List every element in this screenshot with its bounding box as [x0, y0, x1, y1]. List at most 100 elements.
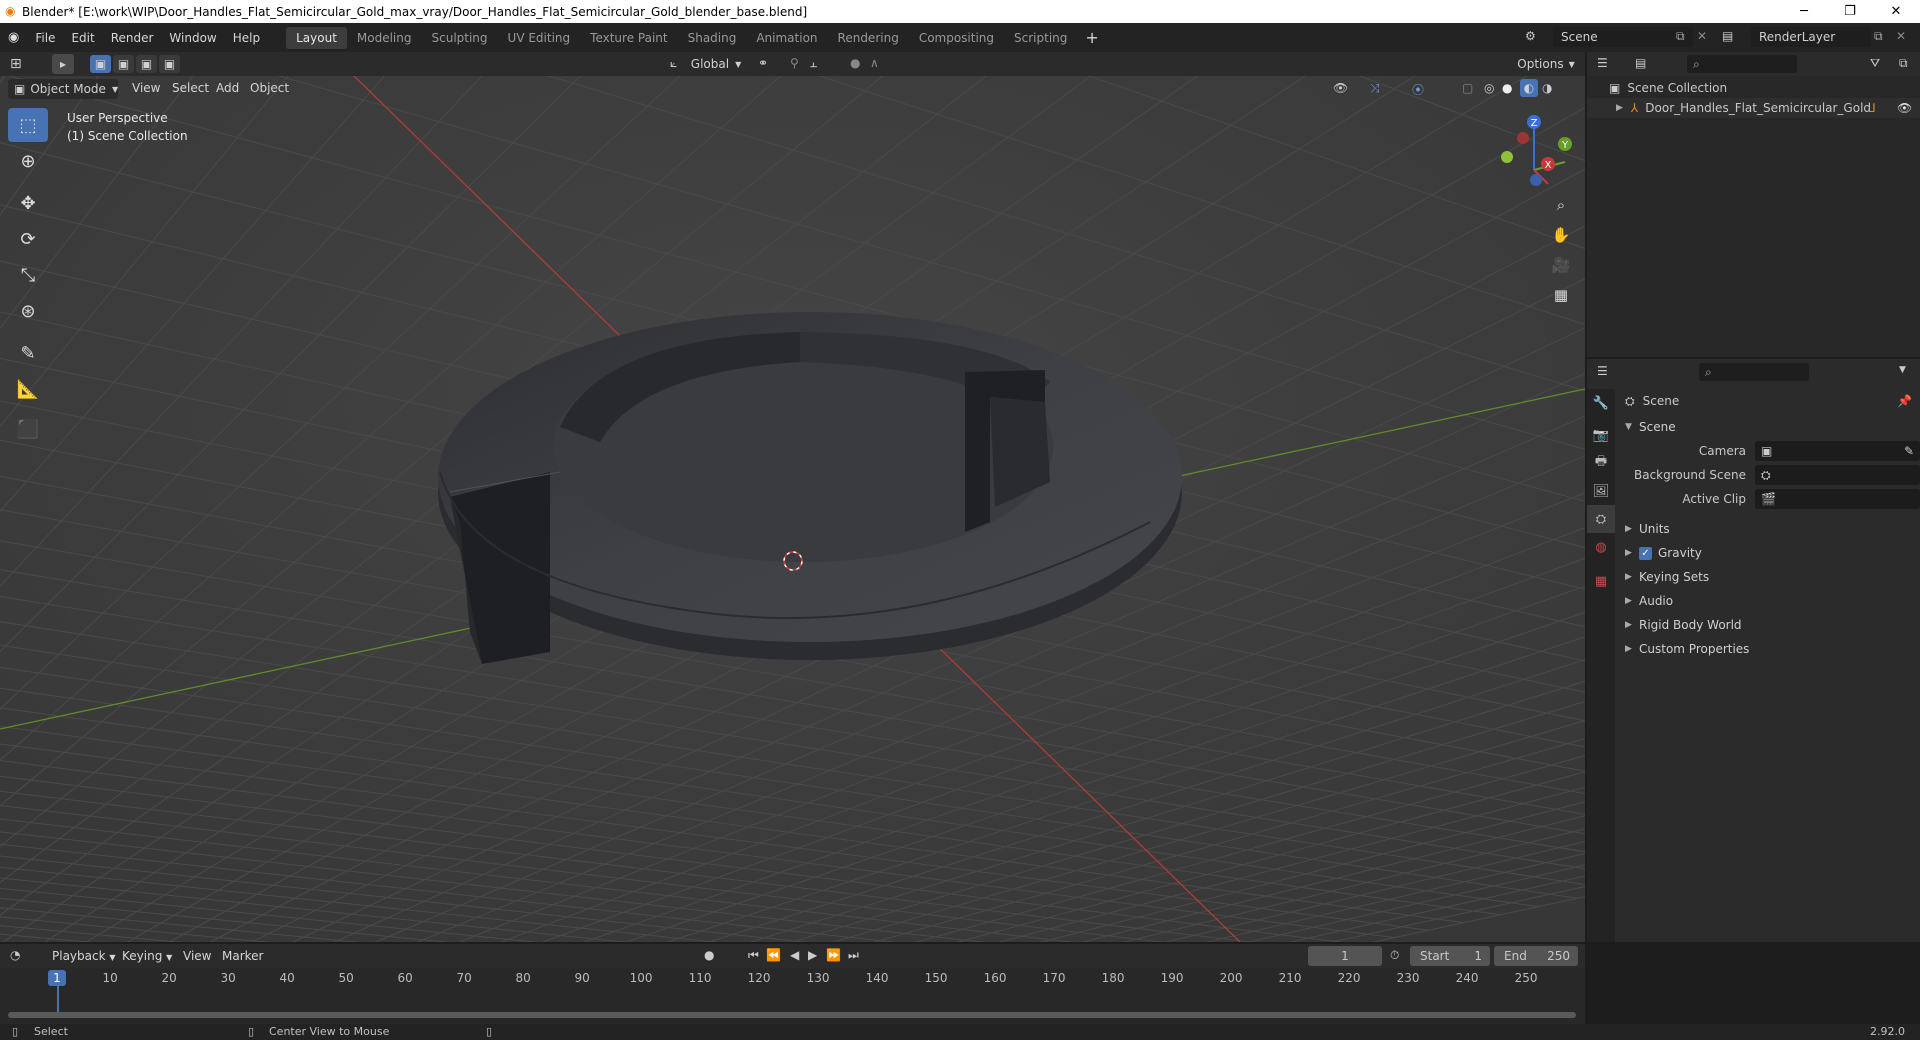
auto-keying-icon[interactable]: ●	[704, 948, 714, 962]
tab-layout[interactable]: Layout	[286, 26, 347, 49]
annotate-icon[interactable]: ✎	[8, 336, 48, 370]
properties-options-icon[interactable]: ▼	[1899, 365, 1906, 375]
start-frame-field[interactable]: Start 1	[1410, 946, 1490, 966]
pin-icon[interactable]: 📌	[1897, 394, 1912, 408]
keying-sets-panel-header[interactable]: ▶ Keying Sets	[1615, 565, 1920, 589]
units-panel-header[interactable]: ▶ Units	[1615, 517, 1920, 541]
wireframe-shading-icon[interactable]: ◎	[1484, 81, 1494, 95]
properties-search-input[interactable]: ⌕	[1699, 363, 1809, 381]
menu-render[interactable]: Render	[103, 31, 162, 45]
select-new-icon[interactable]: ▣	[90, 55, 111, 73]
timeline-menu-marker[interactable]: Marker	[214, 949, 271, 963]
tab-compositing[interactable]: Compositing	[909, 27, 1004, 49]
tab-uv-editing[interactable]: UV Editing	[498, 27, 581, 49]
overlays-toggle-icon[interactable]: ⦿	[1412, 81, 1424, 98]
viewport-menu-view[interactable]: View	[124, 81, 168, 95]
world-tab-icon[interactable]: ◍	[1587, 533, 1615, 561]
close-button[interactable]: ✕	[1873, 0, 1919, 23]
add-cube-icon[interactable]: ⬛	[8, 412, 48, 446]
expand-arrow-icon[interactable]: ▶	[1616, 103, 1623, 113]
viewport-menu-object[interactable]: Object	[242, 81, 297, 95]
timeline-menu-view[interactable]: View	[175, 949, 219, 963]
tab-modeling[interactable]: Modeling	[347, 27, 422, 49]
end-frame-field[interactable]: End 250	[1494, 946, 1578, 966]
editor-type-icon[interactable]: ⊞	[10, 56, 22, 72]
tab-scripting[interactable]: Scripting	[1004, 27, 1077, 49]
camera-field[interactable]: ▣ ✎	[1755, 441, 1920, 461]
jump-end-icon[interactable]: ⏭	[848, 948, 859, 963]
scale-icon[interactable]: ⤡	[8, 258, 48, 292]
rotate-icon[interactable]: ⟳	[8, 222, 48, 256]
play-reverse-icon[interactable]: ◀	[790, 948, 799, 962]
minimize-button[interactable]: ─	[1781, 0, 1827, 23]
preview-range-icon[interactable]: ⏱	[1390, 948, 1399, 963]
outliner-search-input[interactable]: ⌕	[1687, 55, 1797, 73]
move-icon[interactable]: ✥	[8, 186, 48, 220]
tab-rendering[interactable]: Rendering	[828, 27, 909, 49]
material-preview-shading-icon[interactable]: ◐	[1520, 79, 1538, 97]
snap-icon[interactable]: ⚲	[790, 56, 799, 70]
xray-toggle-icon[interactable]: ▢	[1462, 81, 1473, 95]
tool-tab-icon[interactable]: 🔧	[1587, 389, 1615, 417]
view-layer-tab-icon[interactable]: 🖼	[1587, 477, 1615, 505]
3d-viewport[interactable]: Z Y X ⊞ ▸ ▣ ▣ ▣ ▣ ⟀ Global ▼ ⚭ ⚲ ⫠ ● ∧ O…	[0, 52, 1585, 942]
ortho-grid-icon[interactable]: ▦	[1548, 282, 1574, 308]
scene-selector[interactable]: Scene	[1553, 27, 1693, 47]
background-scene-field[interactable]: ⛭	[1755, 465, 1920, 485]
delete-view-layer-icon[interactable]: ✕	[1896, 29, 1906, 43]
tab-shading[interactable]: Shading	[678, 27, 747, 49]
selection-mode-group[interactable]: ▣ ▣ ▣ ▣	[90, 55, 182, 73]
audio-panel-header[interactable]: ▶ Audio	[1615, 589, 1920, 613]
rigid-body-world-panel-header[interactable]: ▶ Rigid Body World	[1615, 613, 1920, 637]
blender-menu-icon[interactable]: ◉	[0, 30, 27, 45]
scene-panel-header[interactable]: ▼ Scene	[1615, 415, 1920, 439]
output-tab-icon[interactable]: 🖶	[1587, 449, 1615, 477]
render-tab-icon[interactable]: 📷	[1587, 421, 1615, 449]
timeline-editor-type-icon[interactable]: ◔	[10, 948, 20, 962]
menu-edit[interactable]: Edit	[63, 31, 102, 45]
timeline-menu-playback[interactable]: Playback ▼	[44, 949, 124, 963]
gizmo-neg-z-axis[interactable]	[1530, 174, 1542, 186]
play-icon[interactable]: ▶	[808, 948, 817, 962]
snap-target-icon[interactable]: ⫠	[810, 56, 817, 71]
camera-view-icon[interactable]: 🎥	[1548, 252, 1574, 278]
texture-tab-icon[interactable]: ▦	[1587, 567, 1615, 595]
select-extend-icon[interactable]: ▣	[113, 55, 134, 73]
transform-icon[interactable]: ⊛	[8, 294, 48, 328]
outliner-editor-type-icon[interactable]: ☰	[1597, 56, 1608, 70]
gizmo-neg-y-axis[interactable]	[1501, 151, 1513, 163]
gizmo-neg-x-axis[interactable]	[1517, 132, 1529, 144]
menu-window[interactable]: Window	[161, 31, 224, 45]
gizmo-toggle-icon[interactable]: ⤨	[1370, 81, 1380, 96]
object-mode-dropdown[interactable]: ▣ Object Mode ▼	[8, 79, 118, 99]
options-dropdown[interactable]: Options ▼	[1515, 54, 1577, 74]
gravity-panel-header[interactable]: ▶ ✓ Gravity	[1615, 541, 1920, 565]
select-intersect-icon[interactable]: ▣	[159, 55, 180, 73]
jump-keyframe-back-icon[interactable]: ⏪	[766, 948, 781, 962]
solid-shading-icon[interactable]: ●	[1502, 81, 1512, 95]
select-tool-mode-icon[interactable]: ▸	[52, 54, 74, 74]
add-workspace-icon[interactable]: +	[1077, 28, 1106, 47]
visibility-eye-icon[interactable]: 👁	[1897, 101, 1912, 115]
rendered-shading-icon[interactable]: ◑	[1542, 81, 1552, 95]
zoom-icon[interactable]: ⌕	[1548, 192, 1574, 218]
custom-properties-panel-header[interactable]: ▶ Custom Properties	[1615, 637, 1920, 661]
tab-animation[interactable]: Animation	[746, 27, 827, 49]
new-collection-icon[interactable]: ⧉	[1899, 56, 1908, 71]
proportional-falloff-icon[interactable]: ∧	[870, 56, 879, 70]
properties-editor-type-icon[interactable]: ☰	[1597, 364, 1608, 378]
jump-start-icon[interactable]: ⏮	[748, 948, 759, 963]
proportional-edit-icon[interactable]: ●	[850, 56, 860, 70]
eyedropper-icon[interactable]: ✎	[1904, 444, 1914, 458]
delete-scene-icon[interactable]: ✕	[1697, 29, 1707, 43]
select-box-icon[interactable]: ⬚	[8, 108, 48, 142]
transform-orientation-dropdown[interactable]: Global ▼	[687, 54, 745, 74]
visibility-icon[interactable]: 👁	[1333, 81, 1348, 95]
current-frame-field[interactable]: 1	[1308, 946, 1382, 966]
gravity-checkbox[interactable]: ✓	[1639, 546, 1652, 560]
select-subtract-icon[interactable]: ▣	[136, 55, 157, 73]
menu-file[interactable]: File	[27, 31, 63, 45]
outliner-filter-icon[interactable]: ⛛	[1870, 56, 1880, 71]
pan-hand-icon[interactable]: ✋	[1548, 222, 1574, 248]
pivot-point-icon[interactable]: ⚭	[758, 56, 768, 70]
